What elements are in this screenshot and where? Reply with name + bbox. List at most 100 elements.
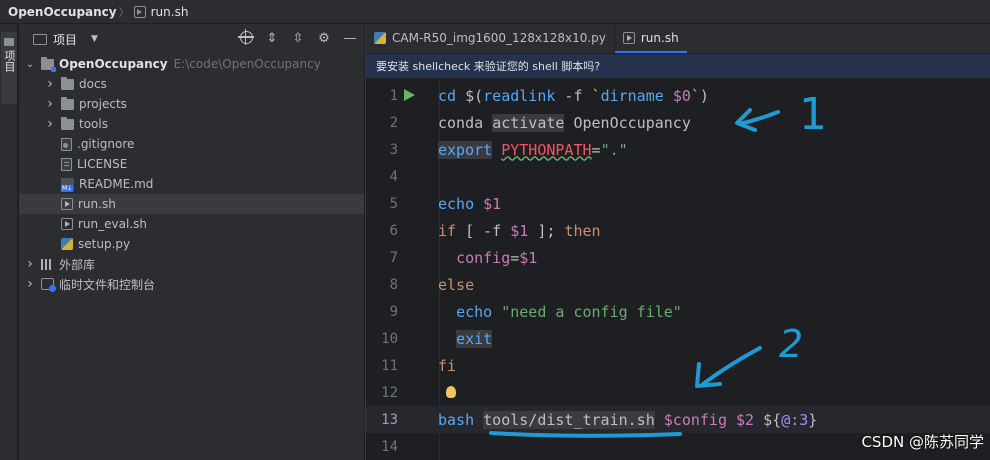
tree-item[interactable]: › docs xyxy=(19,74,364,94)
tab-label: run.sh xyxy=(640,31,679,45)
line-number: 14 xyxy=(381,438,398,455)
chevron-right-icon[interactable]: › xyxy=(25,276,35,292)
expand-all-button[interactable]: ⇕ xyxy=(264,31,280,47)
python-file-icon xyxy=(61,238,73,250)
tree-item-label: README.md xyxy=(79,177,154,191)
notification-text: 要安装 shellcheck 来验证您的 shell 脚本吗? xyxy=(376,60,601,73)
breadcrumb-project[interactable]: OpenOccupancy xyxy=(8,5,117,19)
run-gutter xyxy=(398,109,438,136)
folder-icon xyxy=(61,76,74,90)
options-button[interactable]: ⚙ xyxy=(316,31,332,47)
tree-item[interactable]: LICENSE xyxy=(19,154,364,174)
line-number: 13 xyxy=(381,411,398,428)
code-line-13[interactable]: 13 bash tools/dist_train.sh $config $2 $… xyxy=(366,406,990,433)
tree-item[interactable]: › 临时文件和控制台 xyxy=(19,274,364,294)
project-tool-button[interactable]: 项目 xyxy=(1,32,17,104)
breadcrumb-file[interactable]: run.sh xyxy=(151,5,189,19)
chevron-down-icon[interactable]: ⌄ xyxy=(25,59,35,70)
token: OpenOccupancy xyxy=(564,113,691,132)
code-text: echo "need a config file" xyxy=(438,303,682,321)
code-line-4[interactable]: 4 xyxy=(366,163,990,190)
token: exit xyxy=(456,329,493,348)
tree-item[interactable]: › projects xyxy=(19,94,364,114)
token: readlink xyxy=(483,86,556,105)
token: $( xyxy=(465,86,484,105)
project-tree: ⌄ OpenOccupancy E:\code\OpenOccupancy › docs… xyxy=(19,54,364,294)
chevron-right-icon[interactable]: › xyxy=(45,116,55,132)
tree-item[interactable]: run.sh xyxy=(19,194,364,214)
line-number: 10 xyxy=(381,330,398,347)
collapse-all-button[interactable]: ⇳ xyxy=(290,31,306,47)
chevron-right-icon[interactable]: › xyxy=(25,256,35,272)
chevron-down-icon[interactable]: ▼ xyxy=(91,34,98,44)
code-text: config=$1 xyxy=(438,249,537,267)
tree-item-label: .gitignore xyxy=(77,137,135,151)
tree-item-label: run_eval.sh xyxy=(78,217,147,231)
token: if xyxy=(438,221,457,240)
tree-item[interactable]: ⌄ OpenOccupancy E:\code\OpenOccupancy xyxy=(19,54,364,74)
code-line-5[interactable]: 5 echo $1 xyxy=(366,190,990,217)
code-line-10[interactable]: 10 exit xyxy=(366,325,990,352)
code-line-7[interactable]: 7 config=$1 xyxy=(366,244,990,271)
tree-item-label: 临时文件和控制台 xyxy=(59,277,156,292)
code-line-2[interactable]: 2 conda activate OpenOccupancy xyxy=(366,109,990,136)
shell-file-icon xyxy=(133,5,146,18)
watermark: CSDN @陈苏同学 xyxy=(861,433,984,451)
token: bash xyxy=(438,410,475,429)
tree-item[interactable]: .gitignore xyxy=(19,134,364,154)
run-gutter xyxy=(398,163,438,190)
code-line-1[interactable]: 1 cd $(readlink -f `dirname $0`) xyxy=(366,82,990,109)
run-gutter xyxy=(398,217,438,244)
code-line-8[interactable]: 8 else xyxy=(366,271,990,298)
gear-icon: ⚙ xyxy=(318,31,330,46)
run-gutter xyxy=(398,271,438,298)
editor-tab-bar: CAM-R50_img1600_128x128x10.py run.sh xyxy=(366,23,990,54)
folder-icon xyxy=(61,116,74,130)
tree-item[interactable]: setup.py xyxy=(19,234,364,254)
code-line-11[interactable]: 11 fi xyxy=(366,352,990,379)
minimize-icon: — xyxy=(343,31,357,46)
token: ${ xyxy=(754,410,782,429)
run-gutter xyxy=(398,190,438,217)
locate-file-button[interactable] xyxy=(237,29,254,47)
tab-run-sh[interactable]: run.sh xyxy=(614,23,687,53)
token: tools/dist_train.sh xyxy=(483,410,655,429)
folder-icon xyxy=(4,38,14,46)
chevron-right-icon[interactable]: › xyxy=(45,76,55,92)
token: $1 xyxy=(519,248,538,267)
code-text: cd $(readlink -f `dirname $0`) xyxy=(438,87,709,105)
code-line-12[interactable]: 12 xyxy=(366,379,990,406)
line-number: 7 xyxy=(389,249,398,266)
chevron-right-icon[interactable]: › xyxy=(45,96,55,112)
token: PYTHONPATH xyxy=(501,140,592,159)
code-line-3[interactable]: 3 export PYTHONPATH="." xyxy=(366,136,990,163)
run-gutter xyxy=(398,136,438,163)
code-line-9[interactable]: 9 echo "need a config file" xyxy=(366,298,990,325)
project-panel-title[interactable]: 项目 xyxy=(53,31,77,48)
token: echo xyxy=(438,194,475,213)
lightbulb-icon[interactable] xyxy=(446,386,456,398)
token: cd xyxy=(438,86,466,105)
token: "." xyxy=(600,140,628,159)
line-number: 2 xyxy=(389,114,398,131)
tree-item[interactable]: › tools xyxy=(19,114,364,134)
tree-item[interactable]: README.md xyxy=(19,174,364,194)
token: $1 xyxy=(510,221,529,240)
code-view[interactable]: 1 cd $(readlink -f `dirname $0`) 2 conda… xyxy=(366,78,990,460)
hide-button[interactable]: — xyxy=(342,31,358,47)
token: echo xyxy=(456,302,493,321)
code-line-6[interactable]: 6 if [ -f $1 ]; then xyxy=(366,217,990,244)
run-gutter[interactable] xyxy=(398,82,438,109)
run-icon[interactable] xyxy=(404,89,415,101)
tree-item[interactable]: run_eval.sh xyxy=(19,214,364,234)
project-tool-label: 项目 xyxy=(3,50,16,72)
tab-python-config[interactable]: CAM-R50_img1600_128x128x10.py xyxy=(366,23,614,53)
shellcheck-notification[interactable]: 要安装 shellcheck 来验证您的 shell 脚本吗? xyxy=(366,54,990,78)
tree-item[interactable]: › 外部库 xyxy=(19,254,364,274)
